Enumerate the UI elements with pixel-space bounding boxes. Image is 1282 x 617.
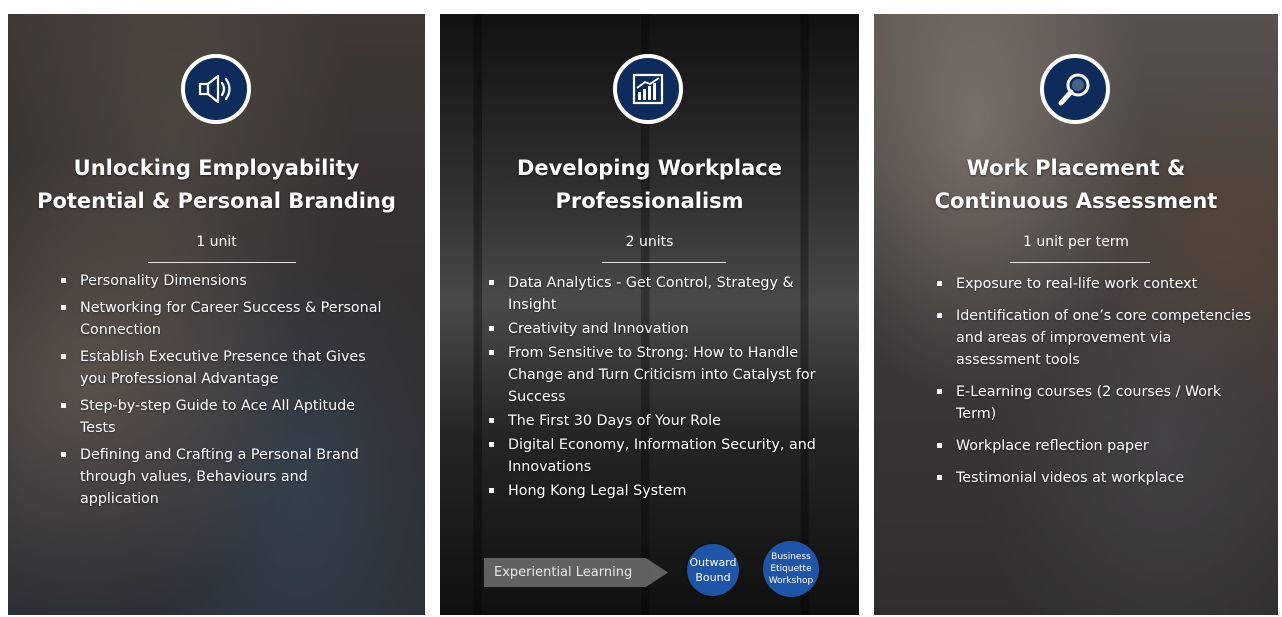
list-item: Defining and Crafting a Personal Brand t… (58, 444, 388, 510)
list-item: Creativity and Innovation (486, 318, 826, 340)
list-item: Data Analytics - Get Control, Strategy &… (486, 272, 826, 316)
etiquette-workshop-badge: Business Etiquette Workshop (763, 541, 819, 597)
divider (602, 262, 726, 263)
topic-list: Personality Dimensions Networking for Ca… (58, 270, 388, 515)
panel-professionalism: Developing Workplace Professionalism 2 u… (440, 14, 859, 615)
bar-chart-icon (613, 54, 683, 124)
megaphone-icon (181, 54, 251, 124)
panel-title-line1: Work Placement & (966, 156, 1186, 180)
experiential-learning-arrow: Experiential Learning (484, 558, 668, 587)
topic-list: Exposure to real-life work context Ident… (934, 273, 1254, 499)
panel-work-placement: Work Placement & Continuous Assessment 1… (874, 14, 1278, 615)
list-item: The First 30 Days of Your Role (486, 410, 826, 432)
outward-line2: Bound (695, 571, 731, 584)
divider (1010, 262, 1150, 263)
list-item: E-Learning courses (2 courses / Work Ter… (934, 381, 1254, 425)
list-item: From Sensitive to Strong: How to Handle … (486, 342, 826, 408)
topic-list: Data Analytics - Get Control, Strategy &… (486, 272, 826, 504)
list-item: Testimonial videos at workplace (934, 467, 1254, 489)
units-label: 2 units (625, 234, 674, 250)
magnifier-icon (1040, 54, 1110, 124)
etiquette-line2: Etiquette (770, 564, 812, 574)
list-item: Establish Executive Presence that Gives … (58, 346, 388, 390)
list-item: Exposure to real-life work context (934, 273, 1254, 295)
panel-title-line1: Unlocking Employability (73, 156, 360, 180)
panel-title-line2: Professionalism (555, 189, 744, 213)
outward-bound-badge: Outward Bound (687, 544, 739, 596)
list-item: Networking for Career Success & Personal… (58, 297, 388, 341)
panel-employability: Unlocking Employability Potential & Pers… (8, 14, 425, 615)
divider (148, 262, 296, 263)
etiquette-line1: Business (771, 552, 811, 562)
panel-title-line1: Developing Workplace (516, 156, 782, 180)
list-item: Step-by-step Guide to Ace All Aptitude T… (58, 395, 388, 439)
units-label: 1 unit per term (1023, 234, 1129, 250)
outward-line1: Outward (689, 556, 737, 569)
list-item: Digital Economy, Information Security, a… (486, 434, 826, 478)
experiential-label: Experiential Learning (494, 565, 633, 580)
list-item: Personality Dimensions (58, 270, 388, 292)
list-item: Identification of one’s core competencie… (934, 305, 1254, 371)
list-item: Hong Kong Legal System (486, 480, 826, 502)
panel-title-line2: Continuous Assessment (934, 189, 1218, 213)
list-item: Workplace reflection paper (934, 435, 1254, 457)
etiquette-line3: Workshop (768, 576, 814, 586)
units-label: 1 unit (196, 234, 237, 250)
panel-title-line2: Potential & Personal Branding (37, 189, 396, 213)
